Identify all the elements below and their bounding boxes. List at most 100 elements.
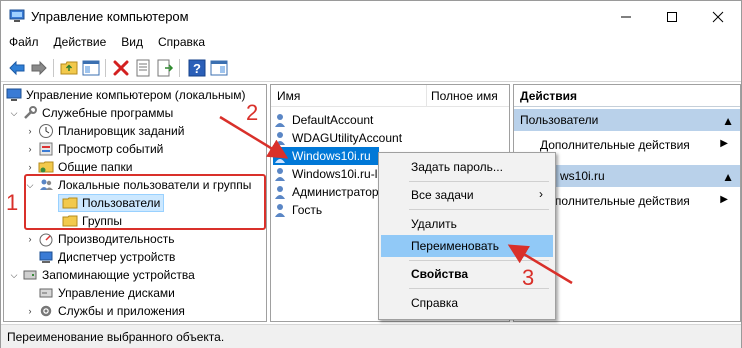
- tree-utilities-label: Служебные программы: [42, 106, 174, 120]
- expand-chevron-icon[interactable]: ›: [24, 161, 36, 173]
- computer-management-icon: [9, 9, 25, 22]
- context-menu: Задать пароль... Все задачи › Удалить Пе…: [378, 152, 556, 320]
- annotation-number-1: 1: [6, 190, 19, 215]
- tree-devmgr-label: Диспетчер устройств: [58, 250, 176, 264]
- collapse-chevron-icon[interactable]: ⌵: [8, 107, 20, 119]
- actions-section-label: Пользователи: [520, 113, 599, 127]
- expand-chevron-icon[interactable]: ›: [24, 143, 36, 155]
- ctx-help[interactable]: Справка: [381, 292, 553, 314]
- tree-events-label: Просмотр событий: [58, 142, 164, 156]
- back-arrow-icon[interactable]: [7, 58, 27, 78]
- list-item-label: Администратор: [292, 185, 379, 199]
- user-icon: [275, 168, 285, 181]
- shared-folder-icon: [38, 161, 54, 173]
- tree-devmgr[interactable]: Диспетчер устройств: [38, 248, 175, 266]
- ctx-rename[interactable]: Переименовать: [381, 235, 553, 257]
- window-title: Управление компьютером: [31, 9, 189, 24]
- list-item[interactable]: Администратор: [273, 183, 379, 201]
- list-item-label: Гость: [292, 203, 323, 217]
- collapse-up-icon[interactable]: ▲: [722, 114, 734, 128]
- expand-chevron-icon[interactable]: ›: [24, 125, 36, 137]
- column-divider[interactable]: [426, 85, 427, 107]
- svg-text:?: ?: [193, 61, 201, 76]
- list-item[interactable]: Windows10i.ru-l: [273, 165, 377, 183]
- tree-performance[interactable]: › Производительность: [24, 230, 174, 248]
- computer-management-icon: [6, 88, 22, 101]
- list-item-label: DefaultAccount: [292, 113, 374, 127]
- export-list-icon[interactable]: [155, 58, 175, 78]
- show-action-pane-icon[interactable]: [209, 58, 229, 78]
- tree-root-label: Управление компьютером (локальным): [26, 88, 246, 102]
- performance-icon: [39, 233, 53, 247]
- collapse-chevron-icon[interactable]: ⌵: [8, 269, 20, 281]
- maximize-icon: [667, 12, 677, 22]
- ctx-separator: [409, 209, 549, 210]
- delete-x-icon[interactable]: [111, 58, 131, 78]
- menu-action[interactable]: Действие: [46, 33, 114, 53]
- menu-help[interactable]: Справка: [150, 33, 212, 53]
- toolbar-separator: [179, 59, 180, 77]
- menu-file[interactable]: Файл: [1, 33, 46, 53]
- up-folder-icon[interactable]: [59, 58, 79, 78]
- ctx-separator: [409, 260, 549, 261]
- tree-shared-label: Общие папки: [58, 160, 133, 174]
- close-button[interactable]: [695, 1, 741, 33]
- tree-disk[interactable]: Управление дисками: [38, 284, 175, 302]
- minimize-button[interactable]: [603, 1, 649, 33]
- tree-storage[interactable]: ⌵ Запоминающие устройства: [8, 266, 195, 284]
- user-icon: [275, 132, 285, 145]
- toolbar-separator: [105, 59, 106, 77]
- list-item[interactable]: Гость: [273, 201, 322, 219]
- help-icon[interactable]: ?: [187, 58, 207, 78]
- tree-scheduler-label: Планировщик заданий: [58, 124, 185, 138]
- ctx-all-tasks[interactable]: Все задачи ›: [381, 184, 553, 206]
- menu-view[interactable]: Вид: [113, 33, 150, 53]
- annotation-number-3: 3: [522, 265, 535, 290]
- maximize-button[interactable]: [649, 1, 695, 33]
- title-bar: Управление компьютером: [1, 1, 741, 33]
- forward-arrow-icon[interactable]: [29, 58, 49, 78]
- tools-icon: [24, 106, 37, 119]
- device-manager-icon: [39, 251, 53, 263]
- user-icon: [275, 114, 285, 127]
- expand-chevron-icon[interactable]: ›: [24, 305, 36, 317]
- storage-icon: [23, 270, 37, 280]
- tree-utilities[interactable]: ⌵ Служебные программы: [8, 104, 173, 122]
- list-item-selected[interactable]: Windows10i.ru: [273, 147, 379, 165]
- list-item[interactable]: DefaultAccount: [273, 111, 373, 129]
- ctx-delete[interactable]: Удалить: [381, 213, 553, 235]
- user-icon: [275, 204, 285, 217]
- actions-section-users[interactable]: Пользователи ▲: [514, 109, 740, 131]
- list-header: Имя Полное имя: [271, 85, 509, 107]
- column-fullname-header[interactable]: Полное имя: [431, 89, 498, 103]
- column-name-header[interactable]: Имя: [277, 89, 300, 103]
- actions-more-label: Дополнительные действия: [540, 194, 690, 208]
- expand-chevron-icon[interactable]: ›: [24, 233, 36, 245]
- clock-icon: [39, 124, 53, 138]
- close-icon: [712, 11, 724, 23]
- tree-events[interactable]: › Просмотр событий: [24, 140, 164, 158]
- user-icon: [275, 150, 285, 163]
- submenu-chevron-icon: ›: [539, 187, 543, 201]
- services-icon: [40, 305, 52, 317]
- tree-storage-label: Запоминающие устройства: [42, 268, 195, 282]
- annotation-highlight-box: [24, 174, 266, 230]
- disk-management-icon: [39, 288, 53, 298]
- tree-root[interactable]: Управление компьютером (локальным): [6, 86, 246, 104]
- submenu-arrow-icon: ▶: [720, 194, 728, 205]
- tree-services-label: Службы и приложения: [58, 304, 185, 318]
- ctx-all-tasks-label: Все задачи: [411, 188, 474, 202]
- toolbar: ?: [1, 54, 741, 82]
- tree-services[interactable]: › Службы и приложения: [24, 302, 185, 320]
- tree-scheduler[interactable]: › Планировщик заданий: [24, 122, 184, 140]
- ctx-separator: [409, 181, 549, 182]
- collapse-up-icon[interactable]: ▲: [722, 170, 734, 184]
- event-viewer-icon: [39, 142, 53, 156]
- list-item[interactable]: WDAGUtilityAccount: [273, 129, 402, 147]
- show-hide-tree-icon[interactable]: [81, 58, 101, 78]
- submenu-arrow-icon: ▶: [720, 138, 728, 149]
- ctx-set-password[interactable]: Задать пароль...: [381, 156, 553, 178]
- properties-icon[interactable]: [133, 58, 153, 78]
- annotation-number-2: 2: [246, 100, 259, 125]
- actions-header: Действия: [514, 85, 740, 107]
